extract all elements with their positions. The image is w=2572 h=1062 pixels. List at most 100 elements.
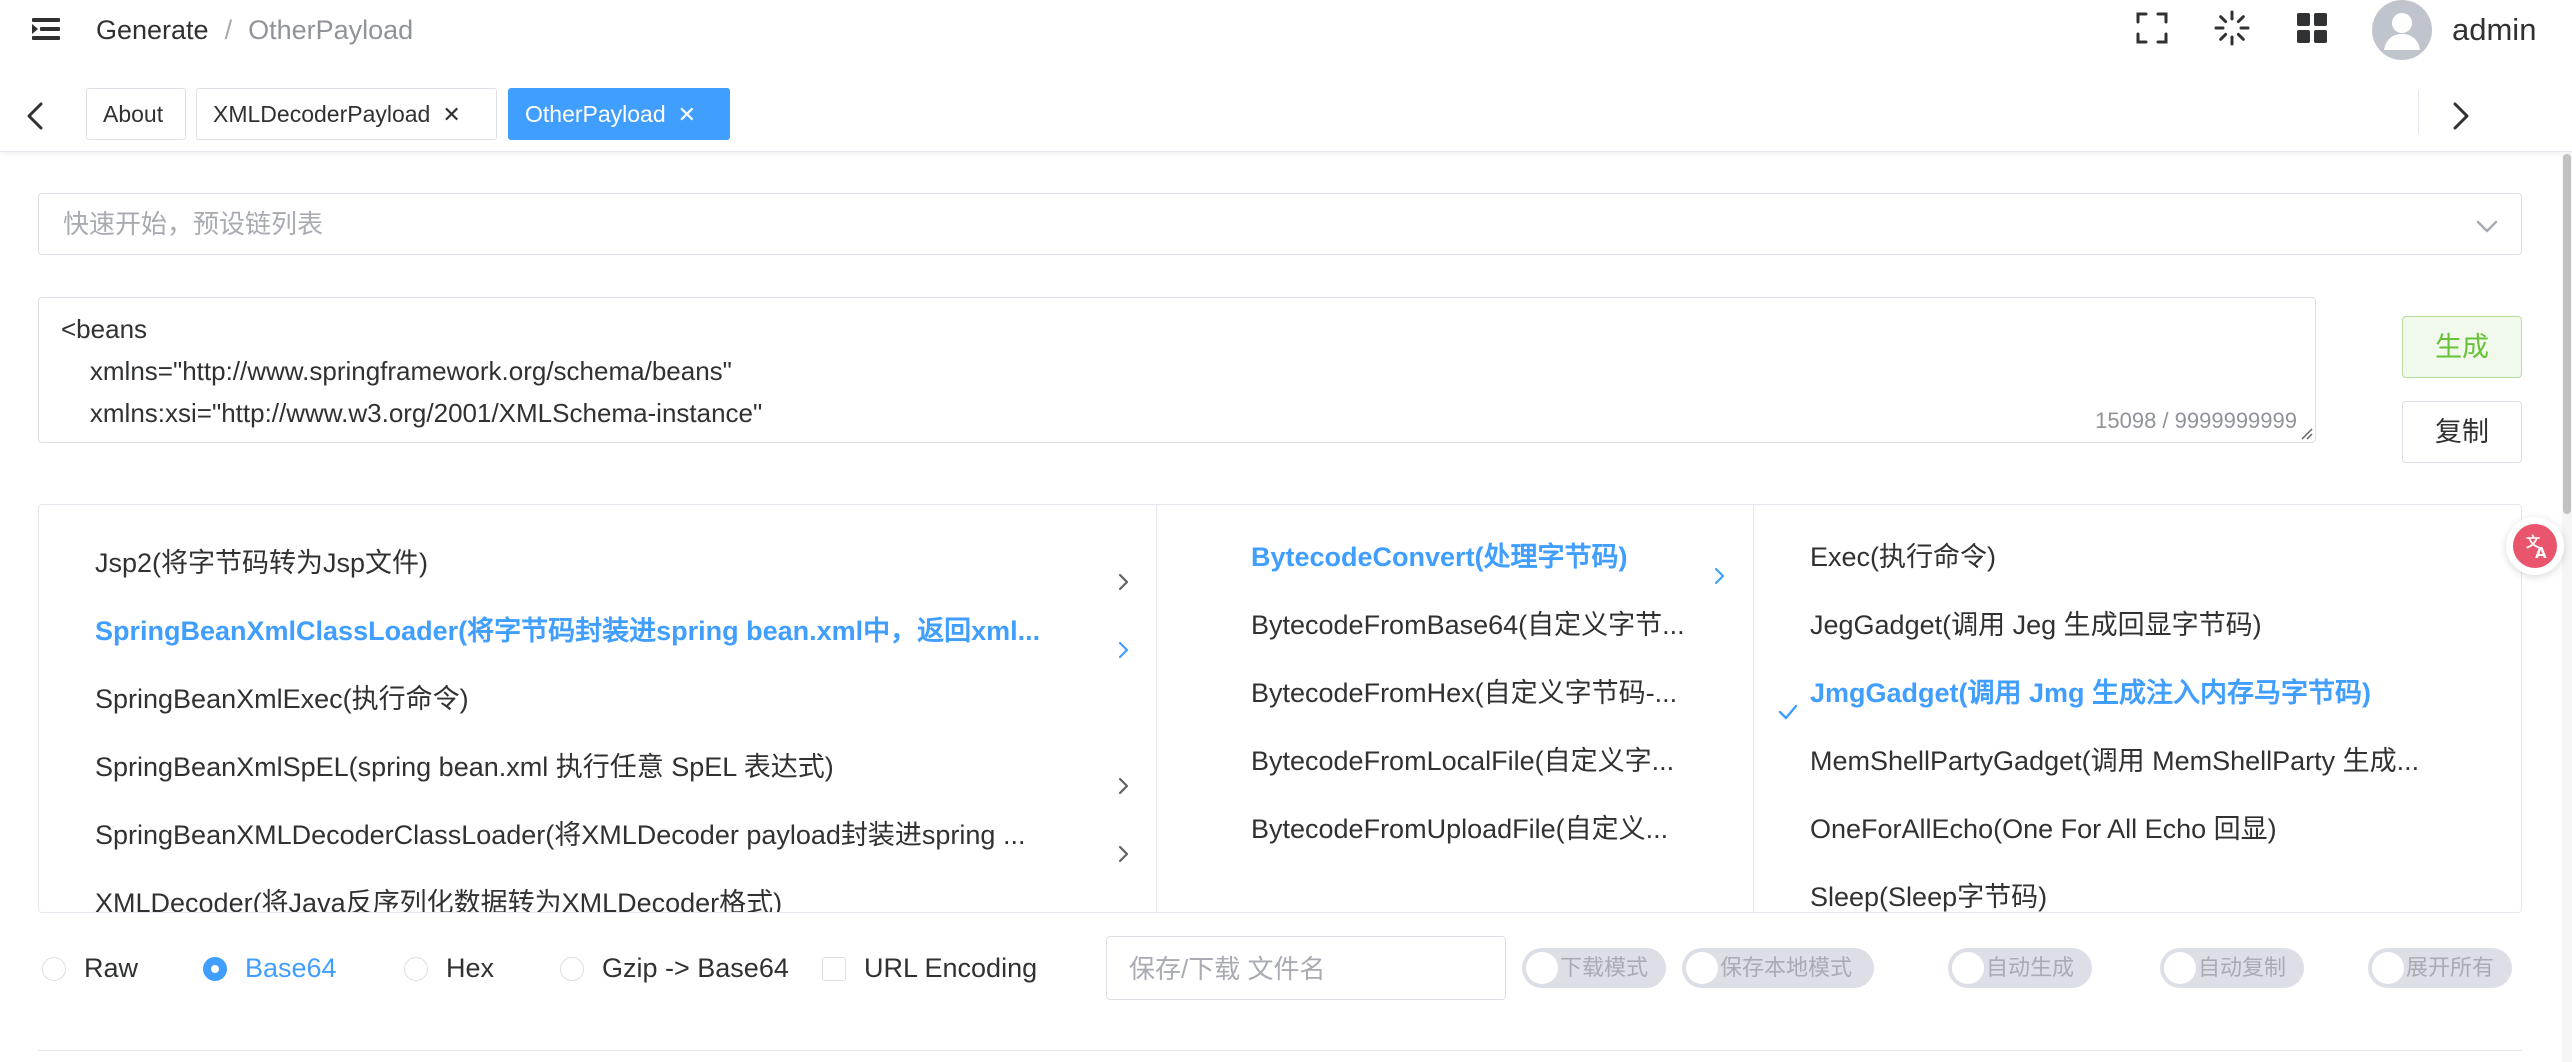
- radio-raw[interactable]: Raw: [42, 946, 152, 990]
- generate-button[interactable]: 生成: [2402, 316, 2522, 378]
- switch-label: 自动生成: [1986, 955, 2075, 980]
- top-navbar: Generate / OtherPayload admin: [0, 0, 2572, 60]
- url-encoding-checkbox[interactable]: URL Encoding: [822, 946, 1062, 990]
- avatar[interactable]: [2372, 0, 2432, 60]
- grid-icon[interactable]: [2292, 8, 2332, 48]
- cascader-item-bytecodefromhex[interactable]: BytecodeFromHex(自定义字节码-...: [1157, 659, 1753, 727]
- switch-knob: [1686, 952, 1718, 984]
- cascader-item-label: JmgGadget(调用 Jmg 生成注入内存马字节码): [1810, 678, 2372, 708]
- download-mode-switch[interactable]: 下载模式: [1522, 948, 1666, 988]
- checkbox-label: URL Encoding: [864, 953, 1038, 983]
- chevron-right-icon: [1111, 755, 1135, 795]
- radio-label: Hex: [446, 953, 495, 983]
- switch-label: 下载模式: [1560, 955, 1649, 980]
- cascader-item-label: SpringBeanXmlClassLoader(将字节码封装进spring b…: [95, 616, 1041, 646]
- cascader-item-label: BytecodeFromHex(自定义字节码-...: [1251, 678, 1678, 708]
- cascader-item-label: XMLDecoder(将Java反序列化数据转为XMLDecoder格式): [95, 888, 783, 913]
- cascader-item-label: SpringBeanXmlExec(执行命令): [95, 684, 469, 714]
- cascader-item-bytecodefromuploadfile[interactable]: BytecodeFromUploadFile(自定义...: [1157, 795, 1753, 863]
- cascader-item-label: Exec(执行命令): [1810, 542, 1997, 572]
- cascader-item-jsp2[interactable]: Jsp2(将字节码转为Jsp文件): [39, 529, 1156, 597]
- cascader-item-springbeanxmldecoderclassloader[interactable]: SpringBeanXMLDecoderClassLoader(将XMLDeco…: [39, 801, 1156, 869]
- cascader-item-label: BytecodeFromUploadFile(自定义...: [1251, 814, 1669, 844]
- svg-text:A: A: [2535, 544, 2547, 562]
- cascader-item-label: BytecodeFromLocalFile(自定义字...: [1251, 746, 1675, 776]
- cascader-item-jmggadget[interactable]: JmgGadget(调用 Jmg 生成注入内存马字节码): [1754, 659, 2521, 727]
- cascader-item-label: MemShellPartyGadget(调用 MemShellParty 生成.…: [1810, 746, 2420, 776]
- radio-gzip-base64[interactable]: Gzip -> Base64: [560, 946, 810, 990]
- cascader-item-label: Jsp2(将字节码转为Jsp文件): [95, 548, 429, 578]
- breadcrumb-item-current: OtherPayload: [248, 15, 414, 45]
- resize-handle-icon[interactable]: [2299, 426, 2313, 440]
- switch-knob: [2372, 952, 2404, 984]
- close-icon[interactable]: ✕: [678, 90, 696, 140]
- radio-label: Raw: [84, 953, 139, 983]
- chevron-right-icon[interactable]: [2440, 96, 2480, 136]
- chevron-right-icon: [1111, 891, 1135, 912]
- checkbox-box: [822, 957, 846, 981]
- chevron-right-icon: [1111, 619, 1135, 659]
- tab-about[interactable]: About: [86, 88, 186, 140]
- select-placeholder: 快速开始，预设链列表: [63, 209, 324, 239]
- cascader-item-label: JegGadget(调用 Jeg 生成回显字节码): [1810, 610, 2262, 640]
- save-local-mode-switch[interactable]: 保存本地模式: [1682, 948, 1874, 988]
- cascader-item-oneforallecho[interactable]: OneForAllEcho(One For All Echo 回显): [1754, 795, 2521, 863]
- scrollbar-thumb[interactable]: [2563, 154, 2571, 514]
- tags-view-bar: About XMLDecoderPayload ✕ OtherPayload ✕: [0, 80, 2572, 152]
- divider: [38, 1050, 2522, 1051]
- cascader-item-bytecodefromlocalfile[interactable]: BytecodeFromLocalFile(自定义字...: [1157, 727, 1753, 795]
- loading-icon[interactable]: [2212, 8, 2252, 48]
- tab-xmldecoderpayload[interactable]: XMLDecoderPayload ✕: [196, 88, 497, 140]
- breadcrumb: Generate / OtherPayload: [96, 14, 413, 46]
- switch-knob: [1526, 952, 1558, 984]
- hamburger-icon[interactable]: [28, 12, 64, 48]
- expand-all-switch[interactable]: 展开所有: [2368, 948, 2512, 988]
- switch-knob: [1952, 952, 1984, 984]
- radio-label: Base64: [245, 953, 337, 983]
- gadget-cascader-panel: Jsp2(将字节码转为Jsp文件) SpringBeanXmlClassLoad…: [38, 504, 2522, 913]
- breadcrumb-separator: /: [224, 15, 233, 45]
- cascader-item-memshellpartygadget[interactable]: MemShellPartyGadget(调用 MemShellParty 生成.…: [1754, 727, 2521, 795]
- cascader-item-exec[interactable]: Exec(执行命令): [1754, 523, 2521, 591]
- filename-input[interactable]: 保存/下载 文件名: [1106, 936, 1506, 1000]
- radio-hex[interactable]: Hex: [404, 946, 514, 990]
- quick-start-select[interactable]: 快速开始，预设链列表: [38, 193, 2522, 255]
- cascader-item-springbeanxmlexec[interactable]: SpringBeanXmlExec(执行命令): [39, 665, 1156, 733]
- radio-base64[interactable]: Base64: [203, 946, 353, 990]
- radio-circle: [42, 957, 66, 981]
- cascader-item-bytecodefrombase64[interactable]: BytecodeFromBase64(自定义字节...: [1157, 591, 1753, 659]
- cascader-item-jeggadget[interactable]: JegGadget(调用 Jeg 生成回显字节码): [1754, 591, 2521, 659]
- cascader-item-label: SpringBeanXMLDecoderClassLoader(将XMLDeco…: [95, 820, 1026, 850]
- payload-text[interactable]: <beans xmlns="http://www.springframework…: [61, 308, 2291, 434]
- check-icon: [1776, 681, 1800, 720]
- breadcrumb-item-generate[interactable]: Generate: [96, 15, 209, 45]
- page-scrollbar[interactable]: [2562, 152, 2572, 1062]
- divider: [2418, 90, 2419, 134]
- cascader-item-springbeanxmlclassloader[interactable]: SpringBeanXmlClassLoader(将字节码封装进spring b…: [39, 597, 1156, 665]
- cascader-item-label: Sleep(Sleep字节码): [1810, 882, 2048, 912]
- cascader-menu-2: BytecodeConvert(处理字节码) BytecodeFromBase6…: [1157, 505, 1754, 912]
- cascader-item-label: BytecodeFromBase64(自定义字节...: [1251, 610, 1685, 640]
- tab-otherpayload[interactable]: OtherPayload ✕: [508, 88, 730, 140]
- chevron-down-icon: [2473, 212, 2501, 240]
- auto-generate-switch[interactable]: 自动生成: [1948, 948, 2092, 988]
- cascader-item-springbeanxmlspel[interactable]: SpringBeanXmlSpEL(spring bean.xml 执行任意 S…: [39, 733, 1156, 801]
- switch-knob: [2164, 952, 2196, 984]
- radio-circle: [560, 957, 584, 981]
- input-placeholder: 保存/下载 文件名: [1129, 954, 1326, 984]
- switch-label: 保存本地模式: [1720, 955, 1853, 980]
- cascader-item-sleep[interactable]: Sleep(Sleep字节码): [1754, 863, 2521, 912]
- close-icon[interactable]: ✕: [442, 90, 460, 140]
- tab-label: XMLDecoderPayload: [213, 101, 431, 127]
- copy-button[interactable]: 复制: [2402, 401, 2522, 463]
- auto-copy-switch[interactable]: 自动复制: [2160, 948, 2304, 988]
- translate-icon[interactable]: 文 A: [2506, 517, 2564, 575]
- payload-textarea[interactable]: <beans xmlns="http://www.springframework…: [38, 297, 2316, 443]
- username[interactable]: admin: [2452, 12, 2536, 48]
- cascader-item-xmldecoder[interactable]: XMLDecoder(将Java反序列化数据转为XMLDecoder格式): [39, 869, 1156, 913]
- switch-label: 自动复制: [2198, 955, 2287, 980]
- cascader-item-bytecodeconvert[interactable]: BytecodeConvert(处理字节码): [1157, 523, 1753, 591]
- radio-circle: [404, 957, 428, 981]
- fullscreen-icon[interactable]: [2132, 8, 2172, 48]
- chevron-left-icon[interactable]: [16, 96, 56, 136]
